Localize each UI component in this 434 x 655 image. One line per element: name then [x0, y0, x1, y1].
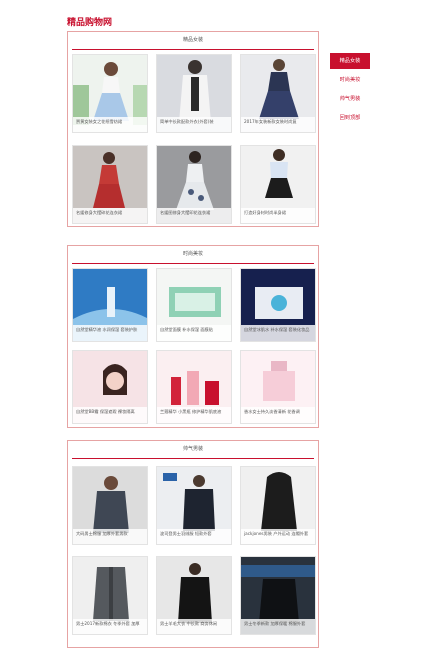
product-card[interactable]: 自然堂冰肌水 补水保湿 套装化妆品 — [240, 268, 316, 342]
product-caption: 自然堂冰肌水 补水保湿 套装化妆品 — [241, 325, 315, 341]
product-caption: 名媛图修身大摆印花连衣裙 — [157, 208, 231, 223]
product-card[interactable]: 男士冬季新款 加厚保暖 棉服外套 — [240, 556, 316, 635]
product-caption: 男士2017新款棉衣 冬季外套 加厚 — [73, 619, 147, 634]
nav-item-cosmetics[interactable]: 时尚美妆 — [330, 72, 370, 88]
section-title: 精品女装 — [72, 32, 314, 50]
product-caption: 大码男士棉服 加厚外套男款 — [73, 529, 147, 544]
product-caption: 简单中长款配款外衣(外套)装 — [157, 117, 231, 132]
product-caption: 2017年女装新款女装时尚复 — [241, 117, 315, 132]
product-caption: 男士冬季新款 加厚保暖 棉服外套 — [241, 619, 315, 634]
nav-item-womens[interactable]: 精品女装 — [330, 53, 370, 69]
product-card[interactable]: 打造好身材时尚半身裙 — [240, 145, 316, 224]
product-card[interactable]: 男士2017新款棉衣 冬季外套 加厚 — [72, 556, 148, 635]
product-caption: 兰蔻精华 小黑瓶 修护精华肌底液 — [157, 407, 231, 423]
product-caption: 自然堂精华液 水润保湿 套装护肤 — [73, 325, 147, 341]
product-caption: 打造好身材时尚半身裙 — [241, 208, 315, 223]
product-card[interactable]: 名媛图修身大摆印花连衣裙 — [156, 145, 232, 224]
product-card[interactable]: 波司登男士羽绒服 短款外套 — [156, 466, 232, 545]
product-card[interactable]: 男士羊毛大衣 中长款 商务休闲 — [156, 556, 232, 635]
product-card[interactable]: 兰蔻精华 小黑瓶 修护精华肌底液 — [156, 350, 232, 424]
product-card[interactable]: 自然堂BB霜 保湿遮瑕 裸妆隔离 — [72, 350, 148, 424]
nav-item-back-to-top[interactable]: 回到顶部 — [330, 110, 370, 126]
product-caption: 香水女士持久淡香清新 花香调 — [241, 407, 315, 423]
section-title: 帅气男装 — [72, 441, 314, 459]
product-caption: 贾黄女装女之花纸雪纺裙 — [73, 117, 147, 132]
product-card[interactable]: 简单中长款配款外衣(外套)装 — [156, 54, 232, 133]
product-card[interactable]: 自然堂精华液 水润保湿 套装护肤 — [72, 268, 148, 342]
section-title: 时尚美妆 — [72, 246, 314, 264]
product-caption: 波司登男士羽绒服 短款外套 — [157, 529, 231, 544]
nav-item-menswear[interactable]: 帅气男装 — [330, 91, 370, 107]
product-card[interactable]: 名媛修身大摆碎花连衣裙 — [72, 145, 148, 224]
product-card[interactable]: jackjones男装 户外运动 连帽外套 — [240, 466, 316, 545]
section-menswear: 帅气男装 大码男士棉服 加厚外套男款 波司登男士羽绒服 短款外套 jackjon… — [67, 440, 319, 648]
product-caption: 男士羊毛大衣 中长款 商务休闲 — [157, 619, 231, 634]
side-nav: 精品女装 时尚美妆 帅气男装 回到顶部 — [330, 53, 370, 129]
product-caption: jackjones男装 户外运动 连帽外套 — [241, 529, 315, 544]
product-card[interactable]: 自然堂面膜 补水保湿 面膜贴 — [156, 268, 232, 342]
product-card[interactable]: 贾黄女装女之花纸雪纺裙 — [72, 54, 148, 133]
section-cosmetics: 时尚美妆 自然堂精华液 水润保湿 套装护肤 自然堂面膜 补水保湿 面膜贴 自然堂… — [67, 245, 319, 428]
product-caption: 自然堂BB霜 保湿遮瑕 裸妆隔离 — [73, 407, 147, 423]
product-card[interactable]: 香水女士持久淡香清新 花香调 — [240, 350, 316, 424]
section-womens: 精品女装 贾黄女装女之花纸雪纺裙 简单中长款配款外衣(外套)装 2017年女装新… — [67, 31, 319, 227]
site-title[interactable]: 精品购物网 — [67, 15, 112, 28]
product-card[interactable]: 大码男士棉服 加厚外套男款 — [72, 466, 148, 545]
product-caption: 名媛修身大摆碎花连衣裙 — [73, 208, 147, 223]
product-caption: 自然堂面膜 补水保湿 面膜贴 — [157, 325, 231, 341]
product-card[interactable]: 2017年女装新款女装时尚复 — [240, 54, 316, 133]
